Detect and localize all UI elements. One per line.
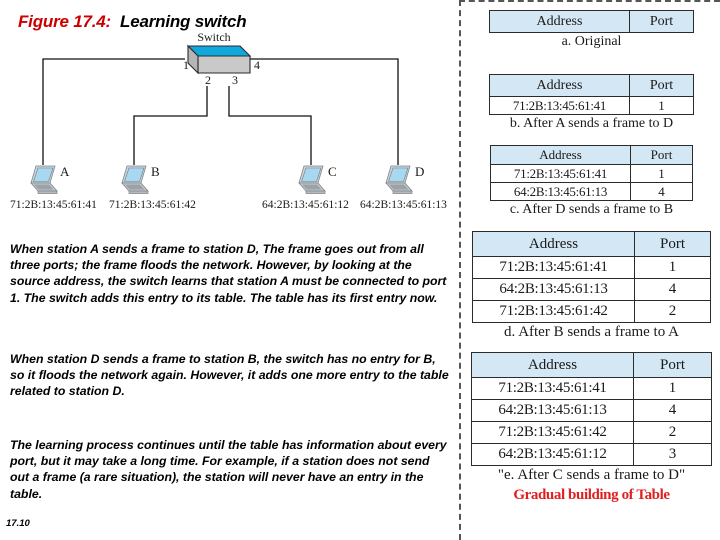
cell-port: 4 bbox=[630, 182, 693, 201]
column-header-address: Address bbox=[471, 352, 634, 378]
table-body: 71:2B:13:45:61:41 1 64:2B:13:45:61:13 4 … bbox=[471, 377, 712, 466]
paragraph-learning-process: The learning process continues until the… bbox=[10, 438, 447, 501]
column-header-address: Address bbox=[472, 231, 635, 257]
cell-port: 1 bbox=[634, 256, 711, 279]
mac-table-c: Address Port 71:2B:13:45:61:41 1 64:2B:1… bbox=[490, 145, 693, 201]
table-caption-a: a. Original bbox=[561, 34, 622, 49]
station-b bbox=[121, 165, 149, 194]
table-stages-panel: Address Port a. Original Address Port 71… bbox=[459, 0, 720, 540]
cell-address: 71:2B:13:45:61:41 bbox=[489, 96, 630, 115]
cell-port: 1 bbox=[633, 377, 712, 400]
table-caption-d: d. After B sends a frame to A bbox=[504, 324, 679, 340]
diagram-links bbox=[42, 58, 399, 165]
left-content-pane: Figure 17.4: Learning switch Switch 1 2 … bbox=[0, 0, 458, 540]
column-header-port: Port bbox=[629, 10, 694, 33]
cell-address: 71:2B:13:45:61:42 bbox=[472, 300, 635, 323]
table-stage-a: Address Port a. Original bbox=[461, 10, 720, 50]
table-body: 71:2B:13:45:61:41 1 bbox=[489, 96, 694, 115]
cell-port: 4 bbox=[633, 399, 712, 422]
switch-icon bbox=[186, 44, 252, 75]
station-label-c: C bbox=[328, 164, 337, 179]
station-d bbox=[385, 165, 413, 194]
table-stage-d: Address Port 71:2B:13:45:61:41 1 64:2B:1… bbox=[461, 231, 720, 341]
cell-port: 1 bbox=[629, 96, 694, 115]
table-caption-b: b. After A sends a frame to D bbox=[509, 116, 674, 131]
column-header-port: Port bbox=[629, 74, 694, 97]
station-c bbox=[298, 165, 326, 194]
port-label-3: 3 bbox=[232, 73, 238, 87]
table-body: 71:2B:13:45:61:41 1 64:2B:13:45:61:13 4 … bbox=[472, 256, 711, 323]
cell-port: 2 bbox=[633, 421, 712, 444]
slide-number: 17.10 bbox=[6, 518, 30, 529]
table-row: 71:2B:13:45:61:41 1 bbox=[472, 256, 711, 279]
column-header-address: Address bbox=[490, 145, 631, 165]
gradual-building-label: Gradual building of Table bbox=[513, 487, 670, 503]
table-row: 64:2B:13:45:61:12 3 bbox=[471, 443, 712, 466]
table-row: 64:2B:13:45:61:13 4 bbox=[490, 182, 693, 201]
table-header-row: Address Port bbox=[472, 231, 711, 257]
table-caption-e: "e. After C sends a frame to D" bbox=[497, 467, 686, 483]
cell-port: 3 bbox=[633, 443, 712, 466]
mac-label-a: 71:2B:13:45:61:41 bbox=[10, 199, 97, 208]
column-header-port: Port bbox=[634, 231, 711, 257]
table-body: 71:2B:13:45:61:41 1 64:2B:13:45:61:13 4 bbox=[490, 164, 693, 201]
table-stage-b: Address Port 71:2B:13:45:61:41 1 b. Afte… bbox=[461, 74, 720, 132]
table-stage-e: Address Port 71:2B:13:45:61:41 1 64:2B:1… bbox=[461, 352, 720, 484]
table-caption-c: c. After D sends a frame to B bbox=[509, 202, 674, 217]
cell-address: 64:2B:13:45:61:13 bbox=[490, 182, 631, 201]
paragraph-first-entry: When station A sends a frame to station … bbox=[10, 242, 447, 305]
table-row: 71:2B:13:45:61:42 2 bbox=[472, 300, 711, 323]
column-header-port: Port bbox=[633, 352, 712, 378]
cell-address: 64:2B:13:45:61:12 bbox=[471, 443, 634, 466]
column-header-address: Address bbox=[489, 74, 630, 97]
table-stage-c: Address Port 71:2B:13:45:61:41 1 64:2B:1… bbox=[461, 145, 720, 218]
port-label-1: 1 bbox=[183, 58, 189, 72]
port-label-2: 2 bbox=[205, 73, 211, 87]
table-row: 71:2B:13:45:61:41 1 bbox=[471, 377, 712, 400]
station-label-b: B bbox=[151, 164, 160, 179]
table-header-row: Address Port bbox=[489, 10, 694, 33]
mac-label-b: 71:2B:13:45:61:42 bbox=[109, 199, 196, 208]
cell-address: 64:2B:13:45:61:13 bbox=[471, 399, 634, 422]
mac-table-b: Address Port 71:2B:13:45:61:41 1 bbox=[489, 74, 694, 115]
port-label-4: 4 bbox=[254, 58, 260, 72]
cell-port: 4 bbox=[634, 278, 711, 301]
cell-port: 2 bbox=[634, 300, 711, 323]
table-row: 71:2B:13:45:61:42 2 bbox=[471, 421, 712, 444]
cell-address: 71:2B:13:45:61:41 bbox=[472, 256, 635, 279]
network-diagram: Switch 1 2 3 4 A B C D 71:2B:13:45:61:41… bbox=[0, 28, 458, 208]
table-header-row: Address Port bbox=[490, 145, 693, 165]
cell-address: 71:2B:13:45:61:42 bbox=[471, 421, 634, 444]
table-row: 71:2B:13:45:61:41 1 bbox=[489, 96, 694, 115]
station-label-d: D bbox=[415, 164, 424, 179]
mac-table-d: Address Port 71:2B:13:45:61:41 1 64:2B:1… bbox=[472, 231, 711, 323]
cell-address: 71:2B:13:45:61:41 bbox=[471, 377, 634, 400]
switch-label: Switch bbox=[197, 30, 230, 44]
paragraph-second-entry: When station D sends a frame to station … bbox=[10, 352, 449, 399]
table-header-row: Address Port bbox=[489, 74, 694, 97]
table-row: 64:2B:13:45:61:13 4 bbox=[471, 399, 712, 422]
cell-address: 71:2B:13:45:61:41 bbox=[490, 164, 631, 183]
table-row: 71:2B:13:45:61:41 1 bbox=[490, 164, 693, 183]
cell-address: 64:2B:13:45:61:13 bbox=[472, 278, 635, 301]
mac-table-a: Address Port bbox=[489, 10, 694, 33]
mac-table-e: Address Port 71:2B:13:45:61:41 1 64:2B:1… bbox=[471, 352, 712, 466]
column-header-address: Address bbox=[489, 10, 630, 33]
station-label-a: A bbox=[60, 164, 70, 179]
column-header-port: Port bbox=[630, 145, 693, 165]
station-a bbox=[30, 165, 58, 194]
table-header-row: Address Port bbox=[471, 352, 712, 378]
mac-label-d: 64:2B:13:45:61:13 bbox=[360, 199, 447, 208]
cell-port: 1 bbox=[630, 164, 693, 183]
mac-label-c: 64:2B:13:45:61:12 bbox=[262, 199, 349, 208]
table-row: 64:2B:13:45:61:13 4 bbox=[472, 278, 711, 301]
